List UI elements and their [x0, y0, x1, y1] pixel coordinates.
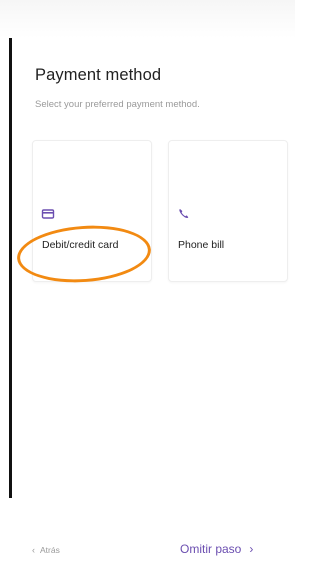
back-button[interactable]: ‹ Atrás: [32, 545, 60, 555]
chevron-right-icon: ›: [249, 542, 254, 556]
skip-step-button[interactable]: Omitir paso ›: [180, 542, 253, 556]
payment-option-debit-credit-card[interactable]: Debit/credit card: [32, 140, 152, 282]
left-edge-bar: [9, 38, 12, 498]
page-subtitle: Select your preferred payment method.: [35, 99, 200, 110]
page-title: Payment method: [35, 66, 162, 84]
back-label: Atrás: [40, 545, 60, 555]
payment-option-label: Debit/credit card: [42, 239, 119, 251]
top-bar: [0, 0, 295, 38]
credit-card-icon: [41, 209, 55, 219]
chevron-left-icon: ‹: [32, 545, 35, 555]
skip-label: Omitir paso: [180, 542, 242, 556]
payment-option-label: Phone bill: [178, 239, 225, 251]
phone-icon: [179, 209, 189, 219]
payment-option-phone-bill[interactable]: Phone bill: [168, 140, 288, 282]
